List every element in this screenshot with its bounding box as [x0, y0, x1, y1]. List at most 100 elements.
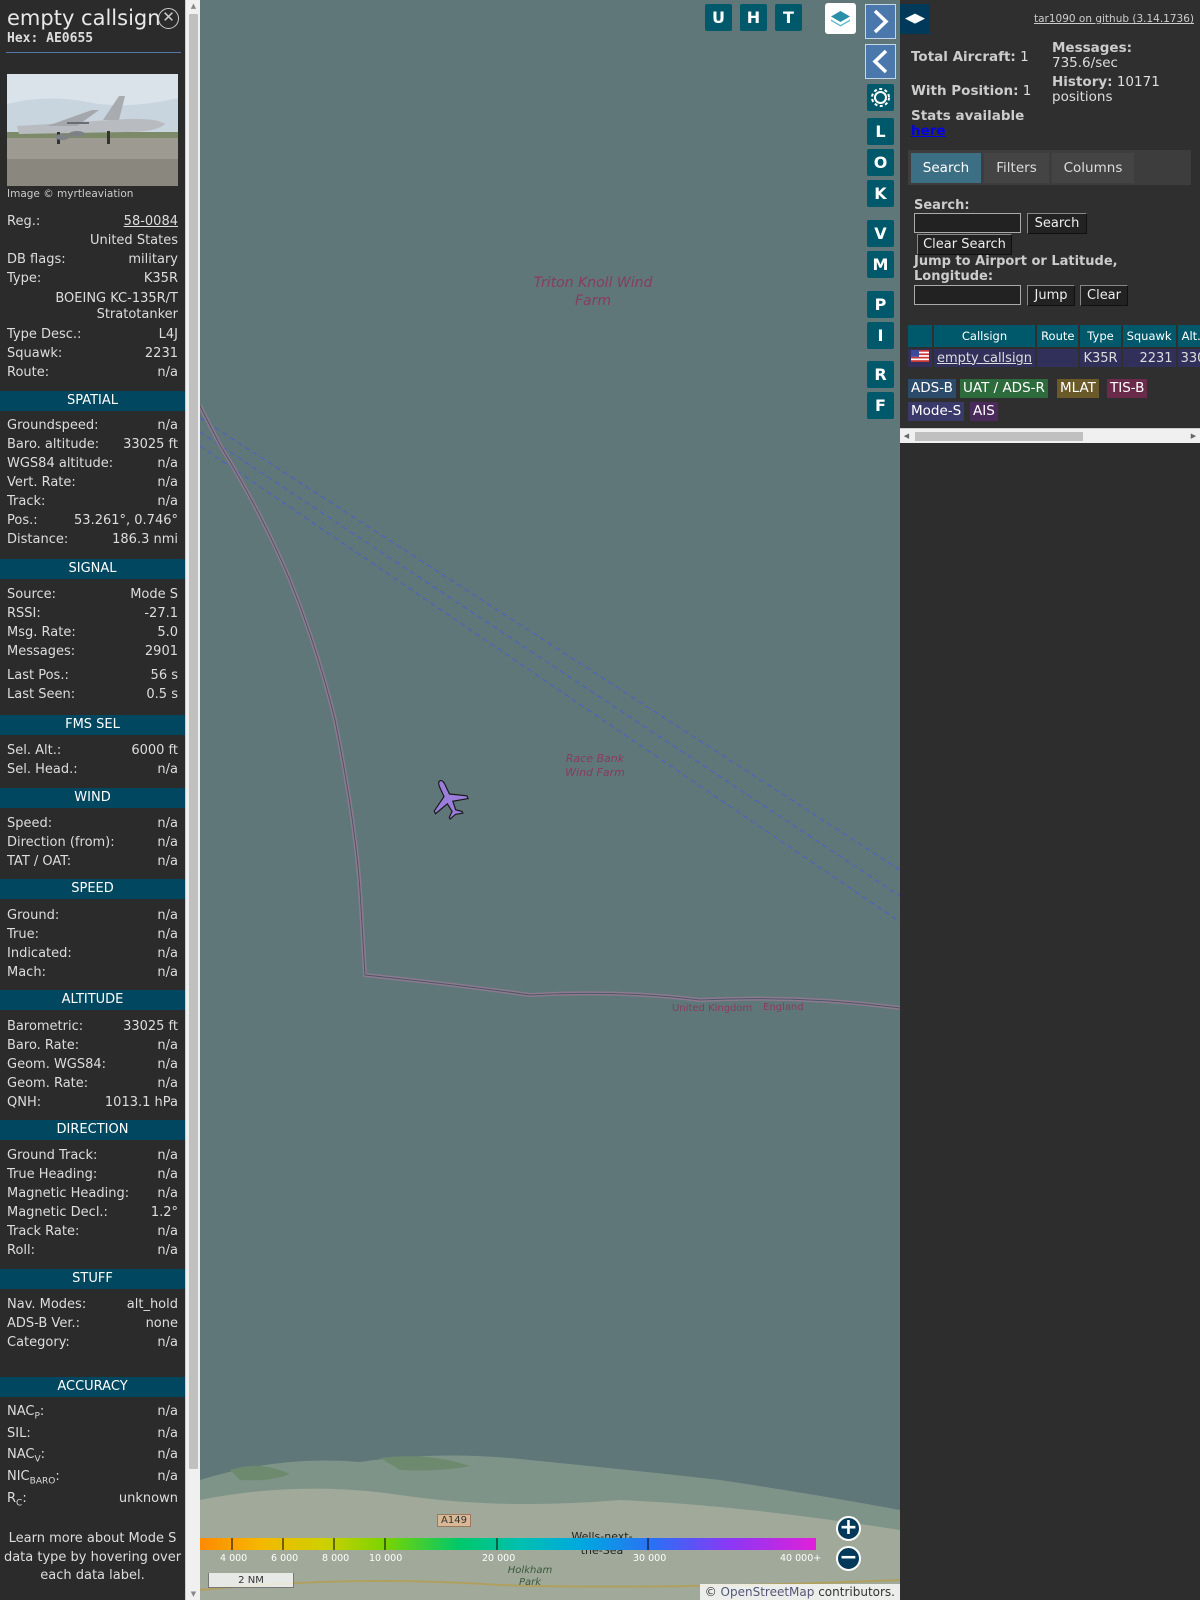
section-stuff[interactable]: STUFF [0, 1269, 185, 1289]
wind-label[interactable]: Direction (from): [7, 835, 115, 850]
altitude-value: 1013.1 hPa [104, 1095, 178, 1110]
speed-label[interactable]: Ground: [7, 908, 59, 923]
info-panel-scrollbar[interactable]: ▲ ▼ [185, 0, 200, 1600]
stuff-label[interactable]: ADS-B Ver.: [7, 1316, 80, 1331]
zoom-in-icon[interactable]: + [836, 1516, 861, 1541]
wind-label[interactable]: TAT / OAT: [7, 854, 71, 869]
spatial-label[interactable]: Track: [7, 494, 45, 509]
col-header-flag[interactable] [908, 325, 932, 347]
altitude-label[interactable]: Baro. Rate: [7, 1038, 79, 1053]
tab-columns[interactable]: Columns [1052, 153, 1134, 183]
altitude-label[interactable]: Geom. WGS84: [7, 1057, 106, 1072]
sidebar: ◀▶ tar1090 on github (3.14.1736) Total A… [900, 0, 1200, 1600]
section-altitude[interactable]: ALTITUDE [0, 990, 185, 1010]
zoom-out-icon[interactable]: − [836, 1546, 861, 1571]
tab-search[interactable]: Search [911, 153, 981, 183]
toolbar-button-k[interactable]: K [867, 180, 894, 207]
direction-label[interactable]: Ground Track: [7, 1148, 97, 1163]
spatial-label[interactable]: Vert. Rate: [7, 475, 76, 490]
stuff-label[interactable]: Nav. Modes: [7, 1297, 86, 1312]
scroll-up-arrow[interactable]: ▲ [186, 0, 201, 12]
toolbar-button-f[interactable]: F [867, 392, 894, 419]
col-header-route[interactable]: Route [1037, 325, 1079, 347]
direction-label[interactable]: Magnetic Decl.: [7, 1205, 108, 1220]
toolbar-button-p[interactable]: P [867, 291, 894, 318]
jump-button[interactable]: Jump [1027, 285, 1075, 306]
altitude-label[interactable]: QNH: [7, 1095, 41, 1110]
toolbar-button-r[interactable]: R [867, 361, 894, 388]
table-horizontal-scrollbar[interactable]: ◀ ▶ [900, 428, 1200, 443]
signal-label[interactable]: Messages: [7, 644, 75, 659]
row-callsign[interactable]: empty callsign [934, 349, 1036, 367]
speed-label[interactable]: True: [7, 927, 39, 942]
spatial-label[interactable]: Distance: [7, 532, 68, 547]
speed-label[interactable]: Mach: [7, 965, 46, 980]
layers-icon[interactable] [825, 3, 856, 34]
fms-label[interactable]: Sel. Alt.: [7, 743, 61, 758]
section-spatial[interactable]: SPATIAL [0, 391, 185, 411]
scroll-left-arrow[interactable]: ◀ [900, 429, 913, 444]
toolbar-button-v[interactable]: V [867, 220, 894, 247]
hscroll-thumb[interactable] [915, 432, 1083, 441]
chevron-right-icon[interactable] [865, 4, 896, 39]
signal-label[interactable]: Source: [7, 587, 56, 602]
spatial-value: 186.3 nmi [112, 532, 178, 547]
tab-filters[interactable]: Filters [984, 153, 1049, 183]
direction-label[interactable]: Track Rate: [7, 1224, 79, 1239]
chevron-left-icon[interactable] [865, 44, 896, 79]
section-speed[interactable]: SPEED [0, 879, 185, 899]
section-fms[interactable]: FMS SEL [0, 715, 185, 735]
clear-jump-button[interactable]: Clear [1080, 285, 1128, 306]
spatial-label[interactable]: WGS84 altitude: [7, 456, 113, 471]
section-direction[interactable]: DIRECTION [0, 1120, 185, 1140]
github-link[interactable]: tar1090 on github (3.14.1736) [1034, 13, 1194, 25]
aircraft-table-clip: Callsign Route Type Squawk Alt. (ft) [900, 323, 1200, 373]
stats-here-link[interactable]: here [911, 123, 946, 139]
signal-label[interactable]: Last Pos.: [7, 668, 69, 683]
map-view[interactable]: Triton Knoll Wind Farm Race Bank Wind Fa… [200, 0, 900, 1600]
section-wind[interactable]: WIND [0, 788, 185, 808]
toolbar-button-l[interactable]: L [867, 118, 894, 145]
altitude-label[interactable]: Geom. Rate: [7, 1076, 88, 1091]
jump-input[interactable] [914, 285, 1021, 305]
scrollbar-thumb[interactable] [189, 14, 198, 1469]
aircraft-photo[interactable] [7, 74, 178, 186]
toolbar-button-h[interactable]: H [740, 4, 767, 31]
spatial-label[interactable]: Baro. altitude: [7, 437, 99, 452]
direction-label[interactable]: Roll: [7, 1243, 35, 1258]
close-icon[interactable]: ✕ [158, 8, 179, 29]
speed-label[interactable]: Indicated: [7, 946, 72, 961]
direction-label[interactable]: True Heading: [7, 1167, 97, 1182]
toolbar-button-u[interactable]: U [705, 4, 732, 31]
osm-link[interactable]: OpenStreetMap [721, 1585, 815, 1599]
clear-search-button[interactable]: Clear Search [917, 234, 1012, 255]
fms-label[interactable]: Sel. Head.: [7, 762, 78, 777]
col-header-squawk[interactable]: Squawk [1122, 325, 1176, 347]
scroll-right-arrow[interactable]: ▶ [1187, 429, 1200, 444]
signal-label[interactable]: Last Seen: [7, 687, 75, 702]
wind-label[interactable]: Speed: [7, 816, 52, 831]
scroll-down-arrow[interactable]: ▼ [186, 1588, 201, 1600]
section-accuracy[interactable]: ACCURACY [0, 1377, 185, 1397]
signal-label[interactable]: Msg. Rate: [7, 625, 76, 640]
toolbar-button-o[interactable]: O [867, 149, 894, 176]
expand-sidebar-icon[interactable]: ◀▶ [900, 4, 930, 34]
toolbar-button-m[interactable]: M [867, 251, 894, 278]
toolbar-button-i[interactable]: I [867, 322, 894, 349]
col-header-type[interactable]: Type [1080, 325, 1121, 347]
spatial-label[interactable]: Groundspeed: [7, 418, 98, 433]
direction-label[interactable]: Magnetic Heading: [7, 1186, 129, 1201]
settings-gear-icon[interactable] [867, 84, 894, 111]
table-row[interactable]: empty callsign K35R 2231 33025 [908, 349, 1200, 367]
search-button[interactable]: Search [1027, 213, 1087, 234]
search-input[interactable] [914, 213, 1021, 233]
toolbar-button-t[interactable]: T [775, 4, 802, 31]
altitude-label[interactable]: Barometric: [7, 1019, 83, 1034]
section-signal[interactable]: SIGNAL [0, 559, 185, 579]
reg-link[interactable]: 58-0084 [124, 214, 178, 229]
col-header-alt[interactable]: Alt. (ft) [1177, 325, 1200, 347]
signal-label[interactable]: RSSI: [7, 606, 41, 621]
stuff-label[interactable]: Category: [7, 1335, 70, 1350]
spatial-label[interactable]: Pos.: [7, 513, 38, 528]
col-header-callsign[interactable]: Callsign [934, 325, 1036, 347]
